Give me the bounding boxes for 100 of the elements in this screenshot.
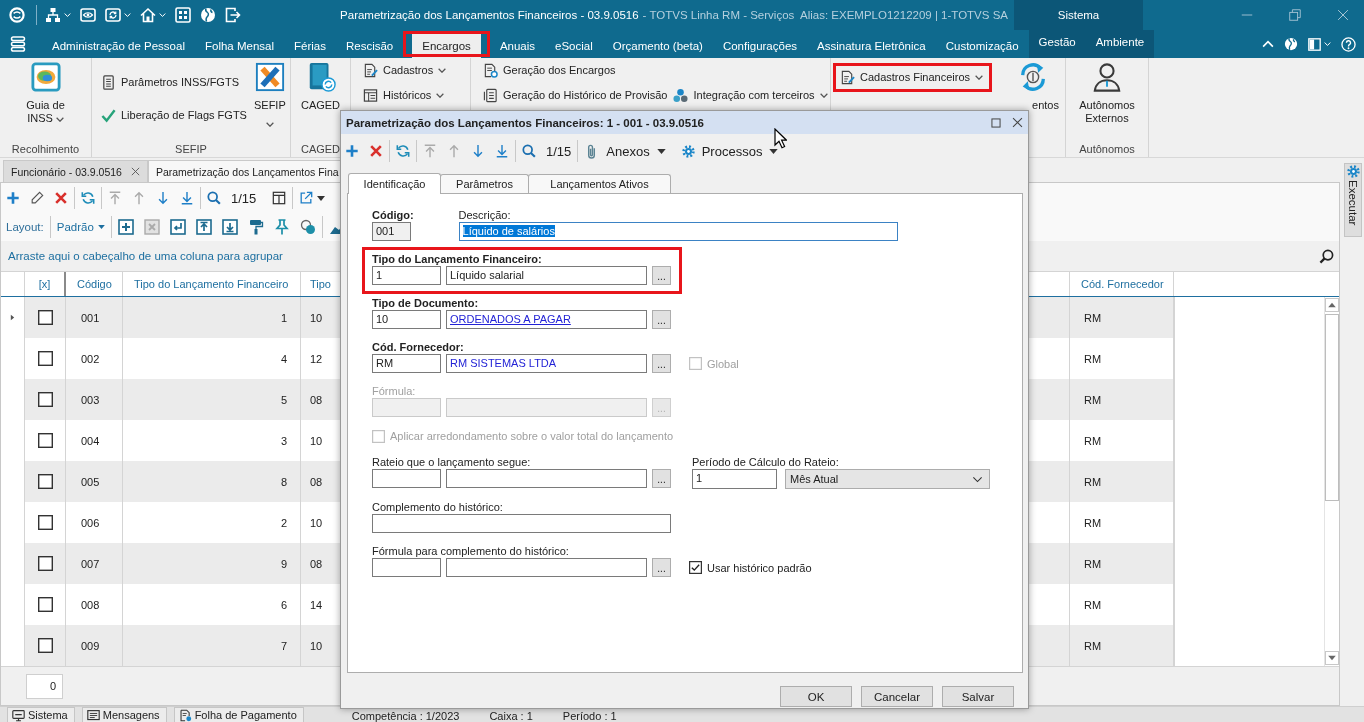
period-dropdown[interactable]: Mês Atual [785,469,990,489]
ribbon-button[interactable]: Históricos [360,83,450,107]
checkbox[interactable] [37,392,53,407]
screen-refresh-icon[interactable] [105,7,121,23]
cancel-button[interactable]: Cancelar [861,686,933,707]
description-field[interactable]: Líquido salarial [446,266,647,285]
arrow-down-icon[interactable] [471,144,485,158]
scrollbar[interactable] [1324,297,1339,666]
help-icon[interactable] [1341,36,1356,52]
checkbox[interactable] [37,310,53,325]
ribbon-button[interactable]: SEFIP [249,62,290,127]
ribbon-button[interactable]: entos [1003,62,1063,112]
description-field[interactable]: ORDENADOS A PAGAR [446,310,647,329]
eye-screen-icon[interactable] [80,7,96,23]
code-field[interactable] [372,398,441,417]
menu-icon[interactable] [10,36,26,52]
menu-tab[interactable]: Assinatura Eletrônica [807,34,936,58]
menu-tab[interactable]: Ambiente [1085,30,1155,58]
restore-icon[interactable] [1289,9,1301,21]
checkbox[interactable] [37,556,53,571]
code-field[interactable]: 1 [372,266,441,285]
pin-icon[interactable] [273,219,290,235]
checkbox[interactable] [37,597,53,612]
search-icon[interactable] [1319,248,1334,264]
menu-tab[interactable]: Férias [284,34,336,58]
document-tab[interactable]: Funcionário - 03.9.0516 [3,160,148,182]
checkbox[interactable] [37,351,53,366]
arrow-to-bottom-icon[interactable] [495,144,509,158]
ribbon-button[interactable]: Geração do Histórico de Provisão [480,83,671,107]
status-tab[interactable]: Sistema [7,707,75,722]
tab[interactable]: Identificação [348,173,441,194]
text-field[interactable]: Líquido de salários [458,222,898,241]
code-field[interactable] [372,469,441,488]
globe-icon[interactable] [200,7,216,23]
ribbon-button[interactable]: Cadastros Financeiros [837,65,987,89]
tab[interactable]: Lançamentos Ativos [528,174,671,193]
code-field[interactable]: 10 [372,310,441,329]
ribbon-button[interactable]: Liberação de Flags FGTS [98,103,250,127]
lookup-button[interactable]: ... [652,310,671,329]
home-icon[interactable] [140,7,156,23]
save-button[interactable]: Salvar [942,686,1014,707]
external-link-icon[interactable] [299,191,314,205]
ribbon-button[interactable]: CAGED [296,62,345,112]
add-icon[interactable] [6,191,20,205]
pencil-icon[interactable] [30,191,44,205]
menu-tab[interactable]: Orçamento (beta) [602,34,713,58]
checkbox[interactable] [37,433,53,448]
plus-box-icon[interactable] [117,219,134,235]
columns-icon[interactable] [272,191,287,205]
enter-box-icon[interactable] [169,219,186,235]
menu-tab[interactable]: eSocial [545,34,603,58]
menu-tab[interactable]: Gestão [1028,30,1086,58]
grid-icon[interactable] [175,7,191,23]
overlapping-circles-icon[interactable] [299,219,316,235]
tab[interactable]: Parâmetros [440,174,529,193]
maximize-icon[interactable] [991,117,1001,128]
status-tab[interactable]: Folha de Pagamento [173,707,304,722]
side-tab[interactable]: Executar [1344,163,1362,237]
description-field[interactable]: RM SISTEMAS LTDA [446,354,647,373]
arrow-down-icon[interactable] [156,191,170,205]
ribbon-button[interactable]: Integração com terceiros [670,83,831,107]
arrow-to-bottom-icon[interactable] [180,191,194,205]
org-chart-icon[interactable] [45,7,61,23]
checkbox[interactable] [689,561,702,574]
menu-tab[interactable]: Anuais [489,34,546,58]
refresh-icon[interactable] [81,191,95,205]
ribbon-button[interactable]: Geração dos Encargos [480,58,671,82]
scrollbar-thumb[interactable] [1325,314,1339,501]
column-header[interactable]: Código [66,272,123,296]
logo-icon[interactable] [9,7,25,23]
code-field[interactable]: 001 [372,222,411,241]
ribbon-button[interactable]: Parâmetros INSS/FGTS [98,70,250,94]
layout-dropdown[interactable]: Padrão [56,221,105,233]
delete-icon[interactable] [369,144,383,158]
chevron-up-icon[interactable] [1262,38,1274,50]
text-field[interactable] [372,514,671,533]
description-field[interactable] [446,469,647,488]
refresh-icon[interactable] [396,144,410,158]
processes-button[interactable]: Processos [681,143,779,159]
ribbon-button[interactable]: Autônomos Externos [1074,62,1140,125]
column-header[interactable]: Cód. Fornecedor [1070,272,1174,296]
column-header[interactable]: Tipo do Lançamento Financeiro [123,272,301,296]
globe-icon[interactable] [1284,37,1298,51]
download-box-icon[interactable] [221,219,238,235]
description-field[interactable] [446,398,647,417]
close-icon[interactable] [1012,117,1023,128]
checkbox[interactable] [37,638,53,653]
code-field[interactable]: 1 [692,469,777,489]
exit-icon[interactable] [225,7,241,23]
lookup-button[interactable]: ... [652,266,671,285]
attachments-button[interactable]: Anexos [584,143,666,159]
status-tab[interactable]: Mensagens [81,707,167,722]
upload-box-icon[interactable] [195,219,212,235]
ribbon-button[interactable]: Cadastros [360,58,450,82]
lookup-button[interactable]: ... [652,469,671,488]
paint-roller-icon[interactable] [247,219,264,235]
menu-tab[interactable]: Administração de Pessoal [42,34,195,58]
code-field[interactable]: RM [372,354,441,373]
close-icon[interactable] [130,167,140,176]
ribbon-button[interactable]: Guia de INSS [12,62,79,125]
